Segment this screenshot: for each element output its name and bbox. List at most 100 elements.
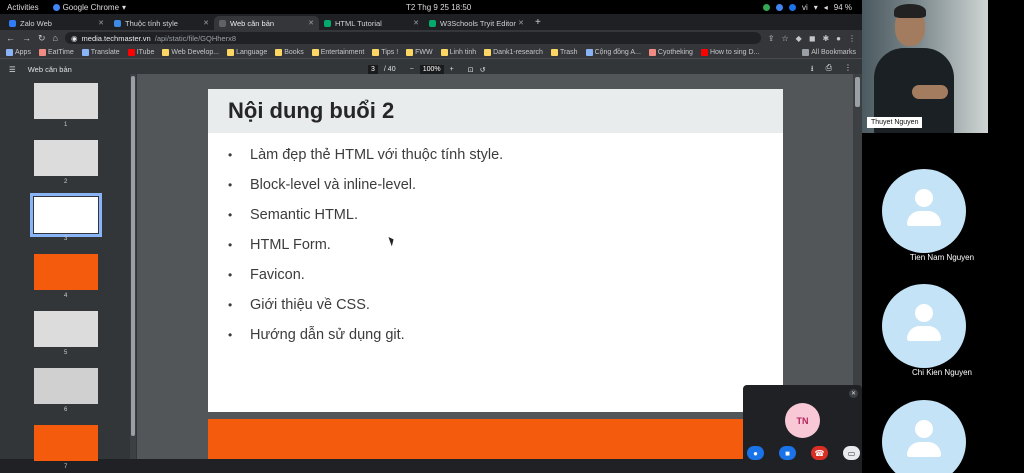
close-tab-icon[interactable]: ✕	[308, 19, 314, 27]
bookmark-icon	[484, 48, 492, 56]
site-info-icon[interactable]: ◉	[71, 34, 78, 43]
bookmark-item[interactable]: Web Develop...	[162, 48, 220, 56]
tray-app-icon	[788, 3, 796, 11]
bookmark-icon	[162, 48, 170, 56]
page-thumbnail[interactable]	[34, 311, 98, 347]
zoom-in-icon[interactable]: +	[450, 66, 454, 73]
extensions-puzzle-icon[interactable]: ✱	[822, 34, 829, 43]
page-thumbnail[interactable]	[34, 83, 98, 119]
bookmark-icon	[127, 48, 135, 56]
page-total: / 40	[383, 66, 396, 73]
bookmark-label: Web Develop...	[171, 48, 220, 56]
bookmark-item[interactable]: FWW	[406, 48, 433, 56]
bookmark-item[interactable]: Cộng đồng A...	[585, 48, 641, 56]
browser-tab[interactable]: Thuộc tính style ✕	[109, 16, 214, 30]
fit-page-icon[interactable]: ⊡	[468, 66, 474, 74]
bullet-icon: •	[228, 208, 233, 222]
slide-bullet: • Block-level và inline-level.	[228, 170, 783, 200]
self-avatar: TN	[785, 403, 820, 438]
page-thumbnail[interactable]	[34, 140, 98, 176]
bookmark-item[interactable]: Entertainment	[311, 48, 365, 56]
browser-tab[interactable]: HTML Tutorial ✕	[319, 16, 424, 30]
participant-avatar-icon	[882, 400, 966, 473]
tab-favicon-icon	[114, 19, 121, 27]
bookmark-item[interactable]: How to sing D...	[700, 48, 759, 56]
bookmark-item[interactable]: Dank1-research	[484, 48, 543, 56]
all-bookmarks-button[interactable]: All Bookmarks	[802, 48, 856, 56]
bookmark-label: Entertainment	[320, 48, 365, 56]
bookmark-icon	[311, 48, 319, 56]
battery-level: 94 %	[833, 2, 852, 12]
chrome-menu-icon[interactable]: ⋮	[848, 34, 856, 43]
pdf-title: Web căn bản	[27, 65, 72, 74]
volume-icon: ◂	[823, 2, 828, 12]
bookmark-icon	[227, 48, 235, 56]
zoom-out-icon[interactable]: −	[410, 66, 414, 73]
bookmark-item[interactable]: Cyotheking	[648, 48, 693, 56]
bookmark-item[interactable]: EatTime	[38, 48, 74, 56]
share-icon[interactable]: ⇪	[768, 34, 775, 43]
back-icon[interactable]: ←	[6, 33, 15, 43]
bullet-icon: •	[228, 298, 233, 312]
bookmark-item[interactable]: Books	[275, 48, 304, 56]
page-thumbnail[interactable]	[34, 425, 98, 461]
bookmark-star-icon[interactable]: ☆	[781, 34, 788, 43]
zoom-input[interactable]: 100%	[419, 65, 444, 74]
bookmark-item[interactable]: Translate	[81, 48, 120, 56]
close-tab-icon[interactable]: ✕	[98, 19, 104, 27]
bookmark-item[interactable]: Apps	[6, 48, 31, 56]
tab-title: Web căn bản	[230, 18, 275, 28]
bookmark-label: ITube	[136, 48, 155, 56]
bookmark-item[interactable]: Trash	[550, 48, 578, 56]
close-tab-icon[interactable]: ✕	[518, 19, 524, 27]
page-thumbnail[interactable]	[34, 254, 98, 290]
close-icon[interactable]: ✕	[849, 389, 858, 398]
close-tab-icon[interactable]: ✕	[203, 19, 209, 27]
bookmark-item[interactable]: Linh tinh	[440, 48, 477, 56]
slide-bullet: • Giới thiệu về CSS.	[228, 290, 783, 320]
bookmark-item[interactable]: ITube	[127, 48, 155, 56]
bullet-icon: •	[228, 268, 233, 282]
system-tray[interactable]: vi ▾ ◂ 94 %	[762, 2, 852, 12]
profile-avatar[interactable]: ●	[836, 34, 841, 43]
extension-icon[interactable]: ◼	[809, 34, 816, 43]
app-name: Google Chrome	[62, 2, 120, 12]
address-bar[interactable]: ◉ media.techmaster.vn/api/static/file/GQ…	[64, 32, 761, 44]
present-screen-icon[interactable]: ▭	[843, 446, 860, 460]
participant-name: Tien Nam Nguyen	[909, 253, 975, 262]
slide-bullet: • HTML Form.	[228, 230, 783, 260]
microphone-icon[interactable]: ●	[747, 446, 764, 460]
menu-icon[interactable]: ☰	[9, 65, 16, 74]
bookmark-label: Linh tinh	[449, 48, 477, 56]
camera-icon[interactable]: ■	[779, 446, 796, 460]
slide-bullet: • Hướng dẫn sử dụng git.	[228, 320, 783, 350]
page-thumbnail[interactable]	[34, 368, 98, 404]
home-icon[interactable]: ⌂	[53, 33, 58, 43]
thumbnail-page-number: 2	[64, 179, 68, 185]
hang-up-icon[interactable]: ☎	[811, 446, 828, 460]
slide-title: Nội dung buổi 2	[228, 98, 395, 123]
browser-tab[interactable]: Web căn bản ✕	[214, 16, 319, 30]
activities-button[interactable]: Activities	[7, 3, 39, 12]
bookmark-label: EatTime	[47, 48, 74, 56]
app-menu[interactable]: Google Chrome ▾	[52, 2, 126, 12]
extension-icon[interactable]: ◆	[796, 34, 802, 43]
rotate-icon[interactable]: ↺	[480, 66, 486, 74]
clock[interactable]: T2 Thg 9 25 18:50	[406, 3, 471, 12]
bookmark-item[interactable]: Language	[227, 48, 267, 56]
page-thumbnail[interactable]	[30, 193, 102, 237]
tab-favicon-icon	[429, 19, 436, 27]
bullet-text: HTML Form.	[250, 237, 331, 253]
reload-icon[interactable]: ↻	[38, 33, 46, 44]
browser-tab[interactable]: Zalo Web ✕	[4, 16, 109, 30]
bookmark-item[interactable]: Tips !	[372, 48, 398, 56]
pdf-page-controls: 3 / 40 − 100% + ⊡ ↺	[368, 65, 485, 74]
page-number-input[interactable]: 3	[368, 65, 378, 74]
toolbar-extensions: ⇪ ☆ ◆ ◼ ✱ ● ⋮	[768, 34, 856, 43]
pdf-page: Nội dung buổi 2 • Làm đẹp thẻ HTML với th…	[208, 89, 783, 412]
browser-tab[interactable]: W3Schools Tryit Editor ✕	[424, 16, 529, 30]
forward-icon[interactable]: →	[22, 33, 31, 43]
new-tab-button[interactable]: +	[535, 17, 541, 28]
close-tab-icon[interactable]: ✕	[413, 19, 419, 27]
thumbnail-scrollbar[interactable]	[130, 74, 136, 459]
